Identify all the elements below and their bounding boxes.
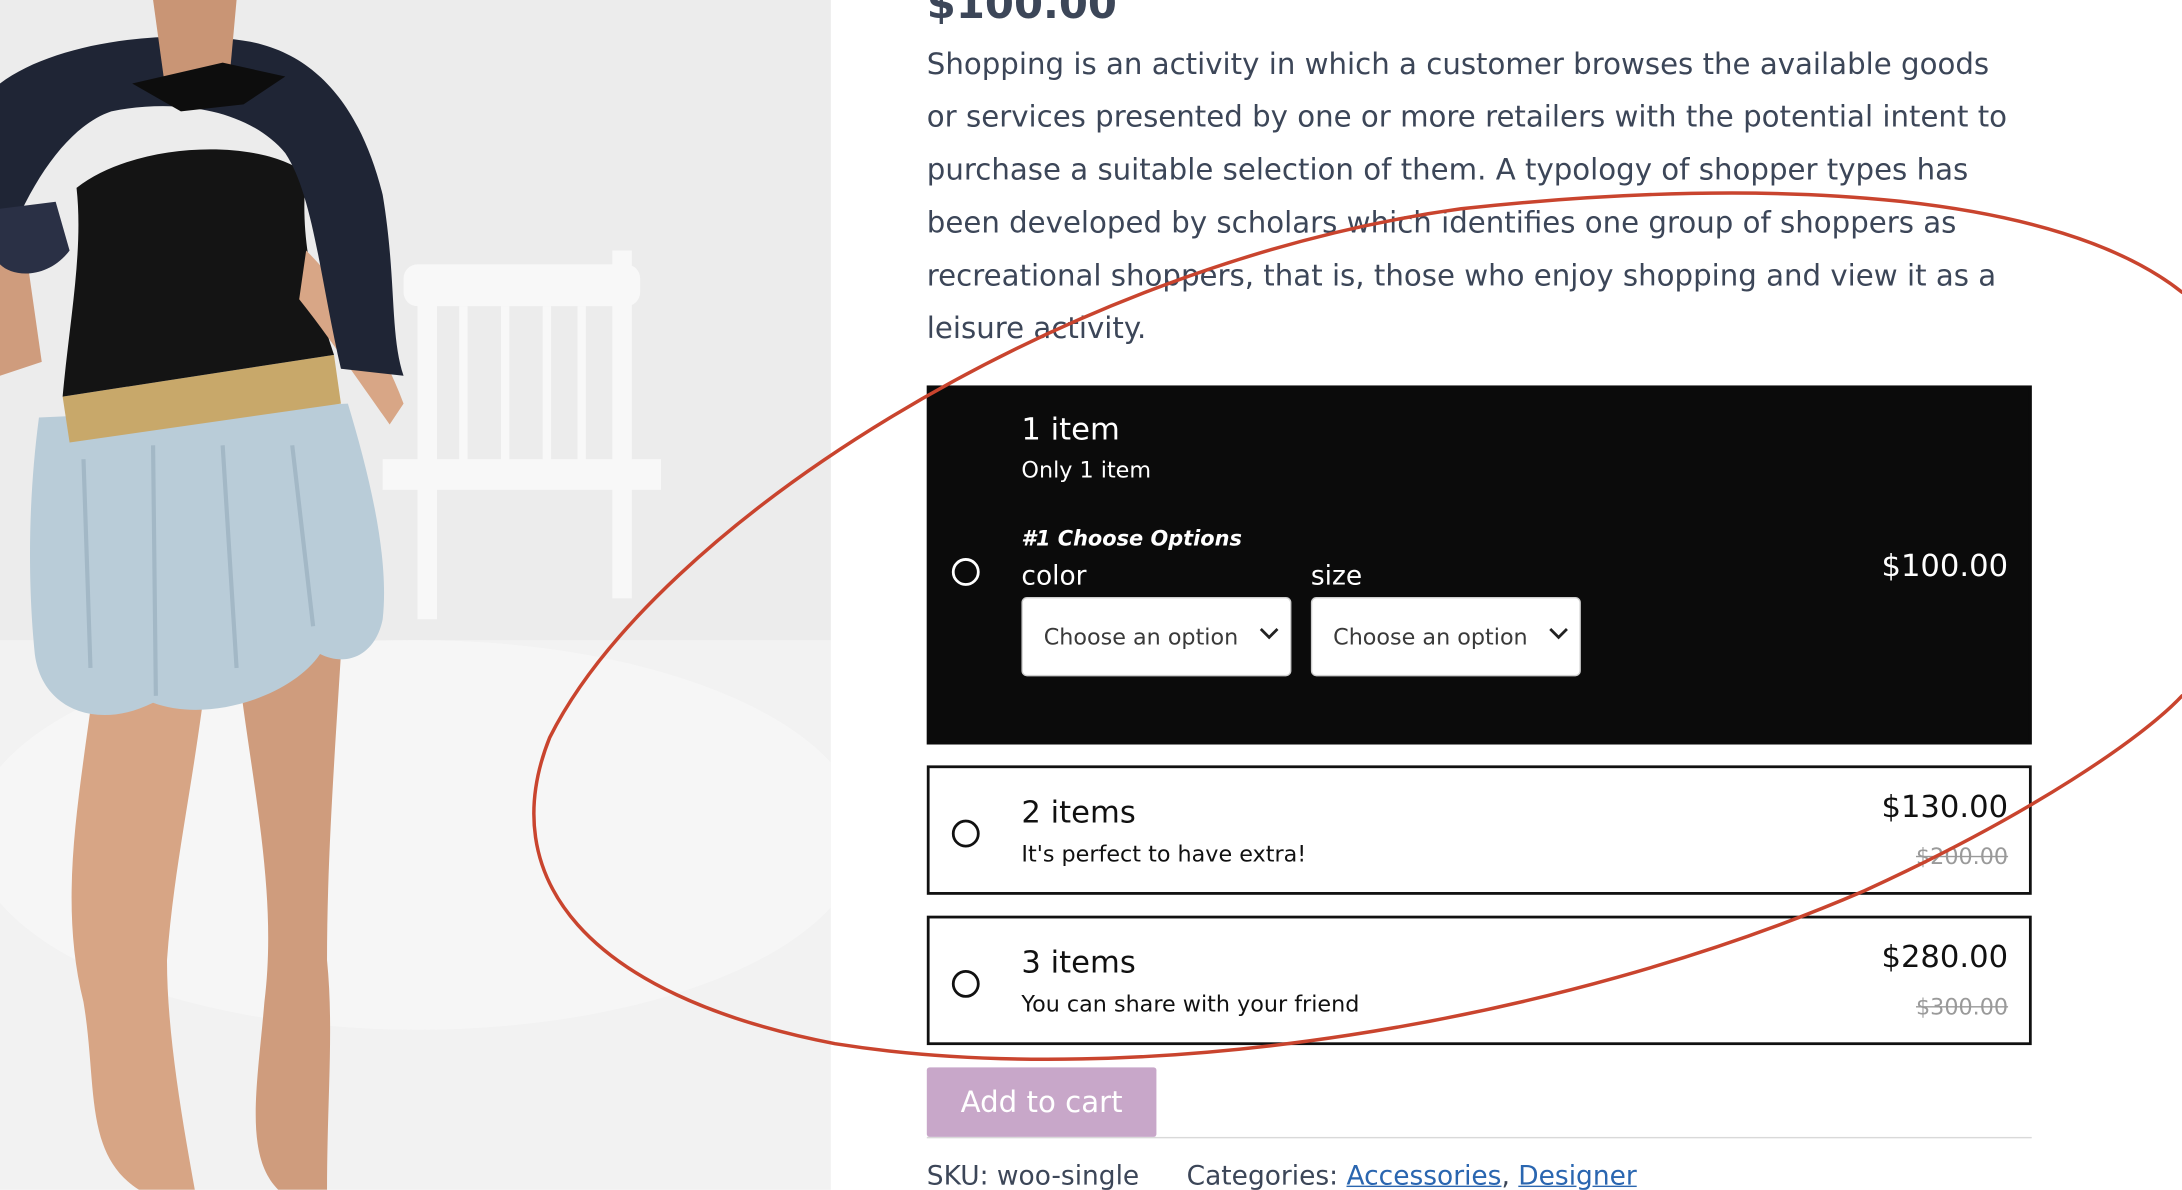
product-price: $100.00: [926, 0, 1117, 30]
category-link[interactable]: Accessories: [1347, 1161, 1502, 1190]
add-to-cart-button[interactable]: Add to cart: [926, 1067, 1157, 1137]
option-title: 1 item: [1021, 413, 1120, 449]
option-old-price: $200.00: [1915, 843, 2009, 870]
divider: [926, 1136, 2032, 1139]
option-price: $130.00: [1881, 790, 2009, 826]
product-description: Shopping is an activity in which a custo…: [926, 47, 2008, 346]
radio-icon[interactable]: [951, 969, 980, 998]
categories-label: Categories:: [1186, 1160, 1339, 1190]
option-price: $100.00: [1881, 549, 2009, 585]
radio-icon[interactable]: [951, 558, 980, 586]
option-price: $280.00: [1881, 940, 2009, 976]
bundle-option-2[interactable]: 2 items It's perfect to have extra! $130…: [926, 765, 2032, 895]
product-page: $100.00 Shopping is an activity in which…: [0, 0, 2182, 1190]
option-subtitle: You can share with your friend: [1021, 990, 1360, 1018]
category-separator: ,: [1501, 1160, 1519, 1190]
option-subtitle: Only 1 item: [1021, 456, 1152, 483]
size-label: size: [1310, 560, 1363, 592]
sku-label: SKU:: [926, 1160, 989, 1190]
category-link[interactable]: Designer: [1518, 1161, 1636, 1190]
sku-value: woo-single: [996, 1160, 1140, 1190]
chevron-down-icon: [1549, 628, 1568, 640]
color-select-value: Choose an option: [1043, 623, 1239, 650]
choose-options-heading: #1 Choose Options: [1021, 526, 1242, 552]
chevron-down-icon: [1259, 628, 1279, 640]
option-subtitle: It's perfect to have extra!: [1021, 840, 1307, 867]
option-title: 3 items: [1021, 946, 1136, 982]
size-select[interactable]: Choose an option: [1310, 596, 1581, 677]
bundle-option-3[interactable]: 3 items You can share with your friend $…: [926, 915, 2032, 1046]
color-label: color: [1021, 560, 1087, 592]
product-image: [0, 0, 831, 1190]
size-select-value: Choose an option: [1333, 623, 1528, 650]
option-title: 2 items: [1021, 795, 1136, 831]
color-select[interactable]: Choose an option: [1021, 596, 1292, 677]
bundle-option-1[interactable]: 1 item Only 1 item $100.00 #1 Choose Opt…: [926, 385, 2032, 745]
product-meta: SKU: woo-single Categories: Accessories,…: [927, 1161, 1637, 1190]
model-photo: [0, 0, 831, 1190]
option-old-price: $300.00: [1915, 993, 2009, 1021]
radio-icon[interactable]: [951, 819, 980, 848]
